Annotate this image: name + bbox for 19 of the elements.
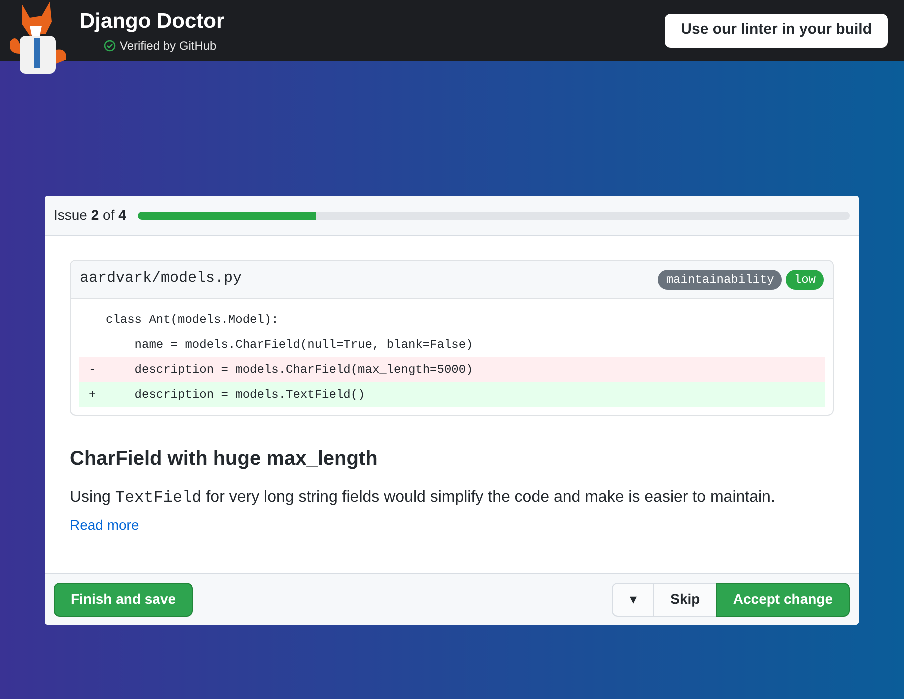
code-text: class Ant(models.Model): xyxy=(106,312,279,328)
code-text: description = models.TextField() xyxy=(134,386,366,404)
code-text: description = models.CharField(max_length=5000) xyxy=(134,362,474,378)
skip-button[interactable]: Skip xyxy=(654,582,716,616)
site-title: Django Doctor xyxy=(80,10,225,34)
diff-marker: + xyxy=(89,388,96,402)
issue-title: CharField with huge max_length xyxy=(70,447,379,472)
code-text: name = models.CharField(null=True, blank=False) xyxy=(134,336,474,354)
issue-counter: Issue 2 of 4 xyxy=(54,206,126,225)
issue-description: Using TextField for very long string fields would simplify the code and make is easier to maintain. xyxy=(70,488,776,509)
file-path: aardvark/models.py xyxy=(80,269,242,290)
linter-button[interactable]: Use our linter in your build xyxy=(665,14,888,48)
read-more-link[interactable]: Read more xyxy=(70,515,140,536)
tag: low xyxy=(786,270,824,290)
verified-label: Verified by GitHub xyxy=(120,38,217,55)
diff-marker: - xyxy=(89,362,96,376)
check-circle-icon xyxy=(104,40,116,52)
dropdown-button[interactable]: ▾ xyxy=(612,582,654,616)
tag: maintainability xyxy=(658,270,782,290)
